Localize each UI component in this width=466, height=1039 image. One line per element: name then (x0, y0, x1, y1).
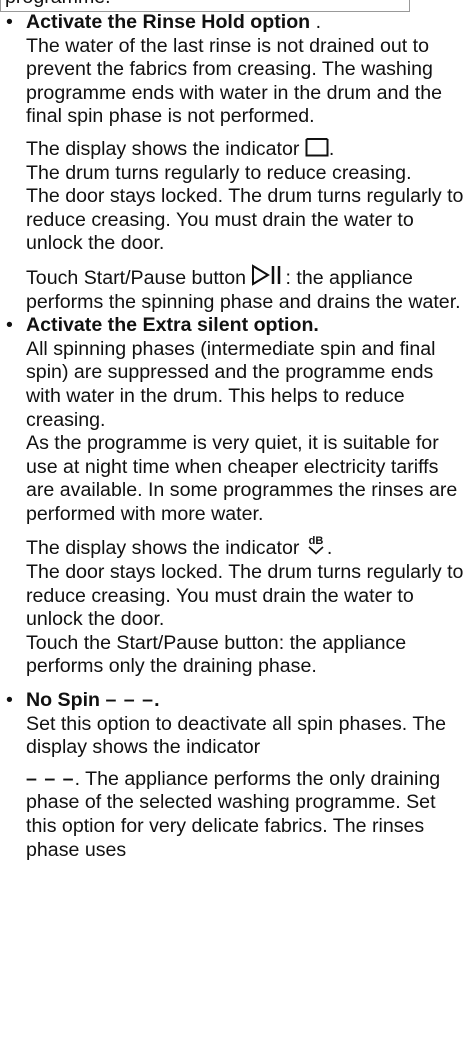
item-description: . The appliance performs the only draini… (26, 767, 441, 861)
item-note: Touch the Start/Pause button: the applia… (26, 631, 407, 678)
indicator-suffix: . (326, 537, 333, 560)
rinse-hold-icon (305, 137, 329, 157)
item-title: No Spin (26, 689, 101, 712)
bullet: • (6, 314, 13, 337)
indicator-text: The display shows the indicator (26, 537, 305, 560)
extra-silent-icon: dB (308, 535, 324, 556)
indicator-suffix: . (328, 137, 335, 160)
item-title: Activate the Extra silent option. (26, 314, 319, 337)
indicator-line: – – –. The appliance performs the only d… (26, 768, 466, 862)
item-description: The water of the last rinse is not drain… (26, 34, 443, 128)
no-spin-indicator: – – – (26, 767, 75, 790)
item-note: The drum turns regularly to reduce creas… (26, 161, 412, 184)
list-item-extra-silent: • Activate the Extra silent option. All … (0, 314, 466, 679)
bullet: • (6, 11, 13, 33)
indicator-text: The display shows the indicator (26, 137, 305, 160)
header-text: programme. (5, 0, 111, 10)
list-item-no-spin: • No Spin – – –. Set this option to deac… (0, 689, 466, 862)
start-pause-text: Touch Start/Pause button (26, 266, 252, 289)
indicator-line: The display shows the indicator dB. (26, 534, 466, 561)
item-description: Set this option to deactivate all spin p… (26, 712, 447, 759)
svg-text:dB: dB (308, 535, 323, 547)
item-note: The door stays locked. The drum turns re… (26, 185, 464, 255)
title-suffix: . (154, 689, 160, 712)
option-list: • Activate the Rinse Hold option . The w… (0, 11, 466, 862)
item-title-line: Activate the Rinse Hold option . (26, 11, 466, 35)
indicator-line: The display shows the indicator . (26, 137, 466, 162)
item-note: The door stays locked. The drum turns re… (26, 561, 464, 631)
start-pause-line: Touch Start/Pause button : the appliance… (26, 264, 466, 314)
start-pause-icon (252, 264, 281, 286)
bullet: • (6, 689, 13, 712)
list-item-rinse-hold: • Activate the Rinse Hold option . The w… (0, 11, 466, 314)
no-spin-indicator: – – – (105, 689, 155, 712)
title-suffix: . (310, 11, 322, 33)
item-description: All spinning phases (intermediate spin a… (26, 337, 436, 431)
item-title: Activate the Rinse Hold option (26, 11, 311, 33)
item-title-line: No Spin – – –. (26, 689, 466, 713)
item-description: As the programme is very quiet, it is su… (26, 432, 458, 525)
